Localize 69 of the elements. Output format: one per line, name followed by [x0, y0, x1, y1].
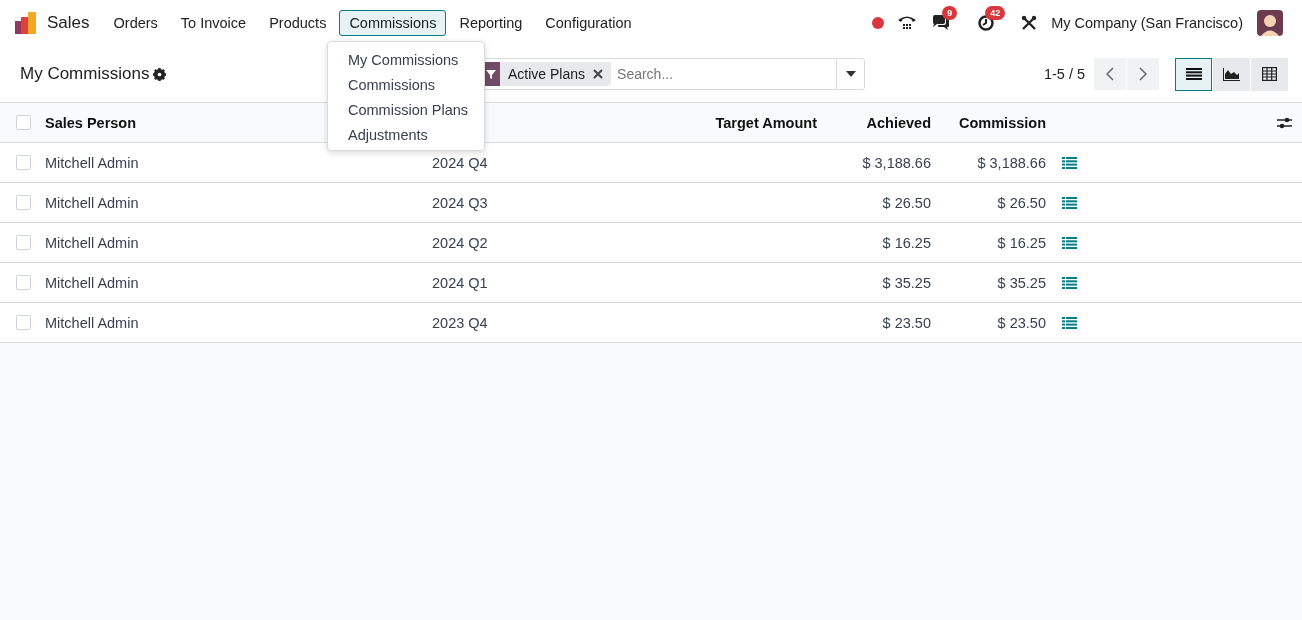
table-cell-text: $ 3,188.66 [976, 154, 1046, 171]
avatar-icon[interactable] [1257, 10, 1283, 36]
chat-icon[interactable] [931, 14, 952, 32]
search-options-toggle[interactable] [836, 58, 865, 90]
table-cell-text: $ 3,188.66 [861, 154, 931, 171]
company-name[interactable]: My Company (San Francisco) [1051, 15, 1243, 31]
menu-item[interactable]: Commissions [339, 10, 447, 36]
row-checkbox[interactable] [16, 275, 31, 290]
message-count-badge: 9 [942, 6, 958, 20]
page-title: My Commissions [20, 64, 150, 84]
pivot-view-button[interactable] [1251, 57, 1288, 91]
chevron-left-icon [1106, 67, 1114, 81]
menu-item[interactable]: Products [259, 10, 337, 36]
column-header[interactable]: Achieved [817, 114, 931, 131]
table-cell-text: $ 23.50 [881, 314, 931, 331]
activity-count-badge: 42 [985, 6, 1006, 20]
table-cell-text: $ 23.50 [996, 314, 1046, 331]
table-cell-text: 2023 Q4 [432, 314, 489, 331]
table-cell-text: 2024 Q3 [432, 194, 489, 211]
details-list-icon[interactable] [1062, 236, 1077, 249]
column-header[interactable]: Target Amount [692, 114, 817, 131]
table-cell-text: $ 35.25 [881, 274, 931, 291]
menu-item[interactable]: Reporting [449, 10, 533, 36]
recording-dot-icon[interactable] [872, 17, 885, 29]
column-header[interactable]: Commission [931, 114, 1046, 131]
menu-item[interactable]: Orders [103, 10, 168, 36]
table-cell-text: $ 16.25 [996, 234, 1046, 251]
details-list-icon[interactable] [1062, 156, 1077, 169]
table-cell-text: 2024 Q2 [432, 234, 489, 251]
table-cell-text: Mitchell Admin [45, 154, 140, 171]
table-cell-text: Mitchell Admin [45, 314, 140, 331]
table-cell-text: 2024 Q4 [432, 154, 489, 171]
list-icon [1185, 68, 1202, 80]
details-list-icon[interactable] [1062, 196, 1077, 209]
filter-facet[interactable]: Active Plans [482, 62, 612, 86]
phone-icon[interactable] [897, 14, 918, 32]
table-grid-icon [1262, 67, 1277, 81]
graph-view-button[interactable] [1213, 57, 1250, 91]
row-checkbox[interactable] [16, 155, 31, 170]
table-cell-text: Mitchell Admin [45, 234, 140, 251]
pager-counter[interactable]: 1-5 / 5 [1043, 66, 1085, 82]
chevron-right-icon [1139, 67, 1147, 81]
row-checkbox[interactable] [16, 195, 31, 210]
row-checkbox[interactable] [16, 235, 31, 250]
table-cell-text: $ 35.25 [996, 274, 1046, 291]
column-settings-icon[interactable] [1277, 115, 1292, 130]
details-list-icon[interactable] [1062, 276, 1077, 289]
menu-item[interactable]: Configuration [535, 10, 642, 36]
tools-icon[interactable] [1021, 15, 1038, 31]
table-cell-text: 2024 Q1 [432, 274, 489, 291]
menu-item[interactable]: To Invoice [170, 10, 257, 36]
row-checkbox[interactable] [16, 315, 31, 330]
remove-icon[interactable] [593, 69, 604, 79]
list-view-button[interactable] [1175, 57, 1212, 91]
app-name[interactable]: Sales [47, 13, 90, 33]
details-list-icon[interactable] [1062, 316, 1077, 329]
table-cell-text: $ 26.50 [881, 194, 931, 211]
gear-icon[interactable] [153, 67, 167, 81]
table-cell-text: Mitchell Admin [45, 194, 140, 211]
app-logo-icon[interactable] [15, 12, 37, 34]
clock-icon[interactable] [977, 14, 996, 32]
select-all-checkbox[interactable] [16, 115, 31, 130]
table-cell-text: $ 26.50 [996, 194, 1046, 211]
table-cell-text: $ 16.25 [881, 234, 931, 251]
dropdown-item[interactable]: Commission Plans [328, 98, 484, 123]
caret-icon [845, 71, 856, 77]
table-cell-text: Mitchell Admin [45, 274, 140, 291]
dropdown-item[interactable]: Adjustments [328, 123, 484, 148]
area-chart-icon [1223, 67, 1240, 81]
